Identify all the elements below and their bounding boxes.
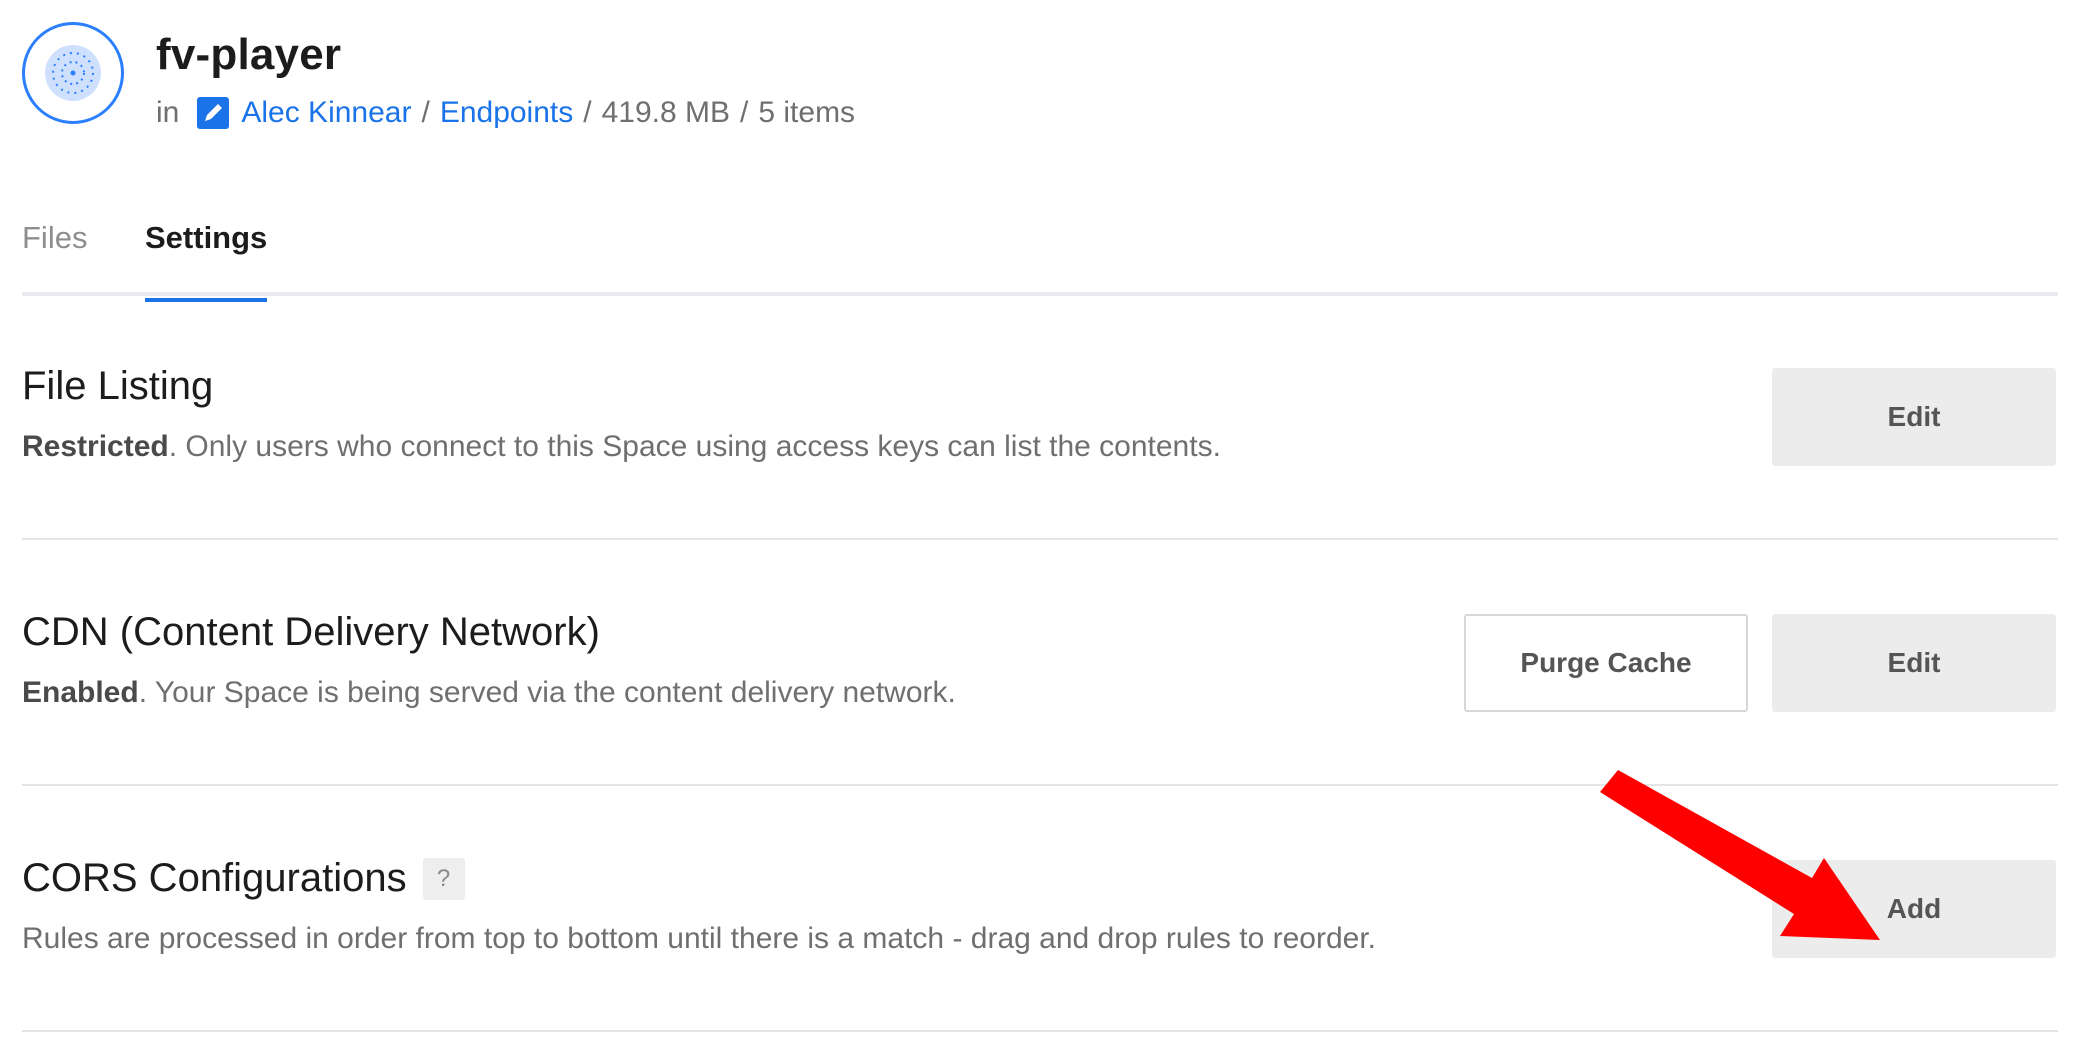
cdn-title: CDN (Content Delivery Network) <box>22 610 600 654</box>
tab-bar: Files Settings <box>22 212 2058 302</box>
file-listing-edit-button[interactable]: Edit <box>1772 368 2056 466</box>
cdn-edit-button[interactable]: Edit <box>1772 614 2056 712</box>
space-size: 419.8 MB <box>601 96 731 129</box>
cdn-description: Enabled. Your Space is being served via … <box>22 676 956 710</box>
team-pencil-icon <box>197 97 230 129</box>
file-listing-status: Restricted <box>22 430 169 463</box>
space-globe-icon <box>22 22 124 124</box>
red-arrow-icon <box>1600 770 1880 940</box>
breadcrumb-project-link[interactable]: Endpoints <box>440 96 573 130</box>
file-listing-section: File Listing Restricted. Only users who … <box>22 292 2058 540</box>
breadcrumb-separator: / <box>583 96 592 129</box>
item-count: 5 items <box>758 96 856 129</box>
breadcrumb-separator: / <box>740 96 749 129</box>
file-listing-title: File Listing <box>22 364 214 408</box>
cors-title-row: CORS Configurations ? <box>22 856 465 901</box>
cdn-section: CDN (Content Delivery Network) Enabled. … <box>22 538 2058 786</box>
file-listing-description: Restricted. Only users who connect to th… <box>22 430 1221 464</box>
in-label: in <box>156 96 180 129</box>
purge-cache-button[interactable]: Purge Cache <box>1464 614 1748 712</box>
page-title: fv-player <box>156 30 342 79</box>
cors-title: CORS Configurations <box>22 856 407 900</box>
space-settings-page: fv-player in Alec Kinnear / Endpoints / … <box>0 0 2084 1057</box>
breadcrumb-separator: / <box>421 96 430 129</box>
cdn-status: Enabled <box>22 676 139 709</box>
breadcrumb-team-link[interactable]: Alec Kinnear <box>241 96 411 130</box>
help-icon[interactable]: ? <box>422 857 465 900</box>
cors-description: Rules are processed in order from top to… <box>22 922 1377 955</box>
file-listing-text: . Only users who connect to this Space u… <box>168 430 1221 463</box>
tab-files[interactable]: Files <box>22 220 87 286</box>
cdn-text: . Your Space is being served via the con… <box>138 676 956 709</box>
breadcrumb: in Alec Kinnear / Endpoints / 419.8 MB /… <box>156 96 855 130</box>
tab-settings[interactable]: Settings <box>145 220 268 302</box>
